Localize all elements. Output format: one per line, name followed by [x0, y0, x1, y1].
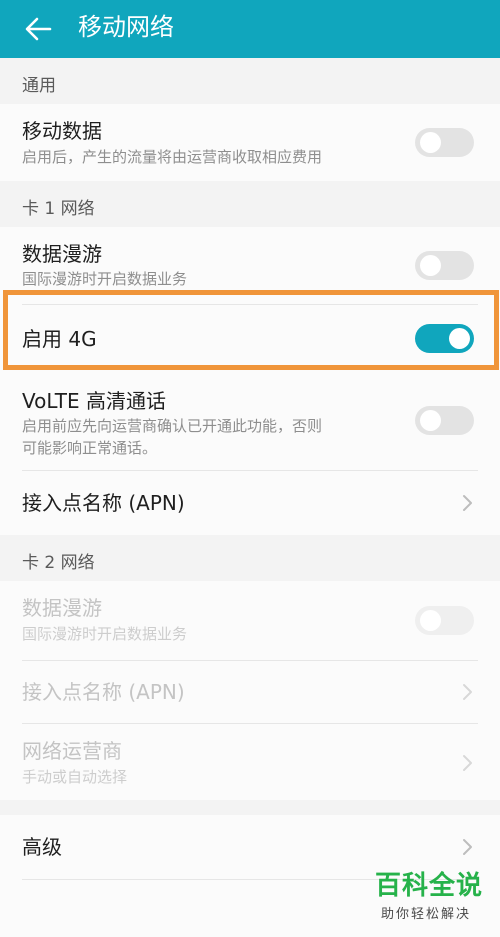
mobile-data-title: 移动数据 [22, 119, 102, 143]
sim2-operator-subtitle: 手动或自动选择 [22, 768, 128, 786]
mobile-data-subtitle: 启用后，产生的流量将由运营商收取相应费用 [22, 148, 323, 166]
sim1-apn-title: 接入点名称 (APN) [22, 491, 185, 515]
toggle-knob [420, 410, 441, 431]
sim2-group: 数据漫游 国际漫游时开启数据业务 接入点名称 (APN) 网络运营商 手动或自动… [0, 581, 500, 800]
chevron-right-icon [463, 495, 472, 511]
mobile-data-toggle[interactable] [415, 128, 474, 157]
chevron-right-icon [463, 684, 472, 700]
section-label-general: 通用 [22, 76, 56, 96]
toggle-knob [420, 610, 441, 631]
sim1-roaming-subtitle: 国际漫游时开启数据业务 [22, 270, 188, 288]
volte-toggle[interactable] [415, 406, 474, 435]
watermark-subtitle: 助你轻松解决 [381, 907, 472, 922]
sim2-operator-row: 网络运营商 手动或自动选择 [0, 724, 500, 800]
general-group: 移动数据 启用后，产生的流量将由运营商收取相应费用 [0, 104, 500, 181]
volte-title: VoLTE 高清通话 [22, 389, 166, 413]
volte-row[interactable]: VoLTE 高清通话 启用前应先向运营商确认已开通此功能，否则 可能影响正常通话… [0, 373, 500, 471]
sim2-roaming-subtitle: 国际漫游时开启数据业务 [22, 625, 188, 643]
sim2-roaming-toggle [415, 606, 474, 635]
mobile-data-row[interactable]: 移动数据 启用后，产生的流量将由运营商收取相应费用 [0, 104, 500, 181]
sim2-apn-row: 接入点名称 (APN) [0, 661, 500, 723]
highlight-frame [3, 290, 499, 370]
chevron-right-icon [463, 839, 472, 855]
sim1-roaming-title: 数据漫游 [22, 242, 102, 266]
sim2-roaming-row: 数据漫游 国际漫游时开启数据业务 [0, 581, 500, 659]
advanced-title: 高级 [22, 835, 62, 859]
volte-subtitle-line1: 启用前应先向运营商确认已开通此功能，否则 [22, 417, 323, 435]
sim2-operator-title: 网络运营商 [22, 739, 122, 763]
toggle-knob [420, 132, 441, 153]
chevron-right-icon [463, 755, 472, 771]
sim1-roaming-toggle[interactable] [415, 251, 474, 280]
sim2-apn-title: 接入点名称 (APN) [22, 680, 185, 704]
volte-subtitle-line2: 可能影响正常通话。 [22, 439, 158, 457]
arrow-back-icon[interactable] [22, 12, 56, 46]
watermark-title: 百科全说 [375, 871, 484, 901]
app-bar: 移动网络 [0, 0, 500, 58]
page-title: 移动网络 [78, 13, 174, 41]
sim2-roaming-title: 数据漫游 [22, 596, 102, 620]
section-label-sim1: 卡 1 网络 [22, 199, 95, 219]
sim1-group: 数据漫游 国际漫游时开启数据业务 启用 4G VoLTE 高清通话 启用前应先向… [0, 227, 500, 535]
sim1-apn-row[interactable]: 接入点名称 (APN) [0, 471, 500, 535]
section-label-sim2: 卡 2 网络 [22, 553, 95, 573]
toggle-knob [420, 255, 441, 276]
